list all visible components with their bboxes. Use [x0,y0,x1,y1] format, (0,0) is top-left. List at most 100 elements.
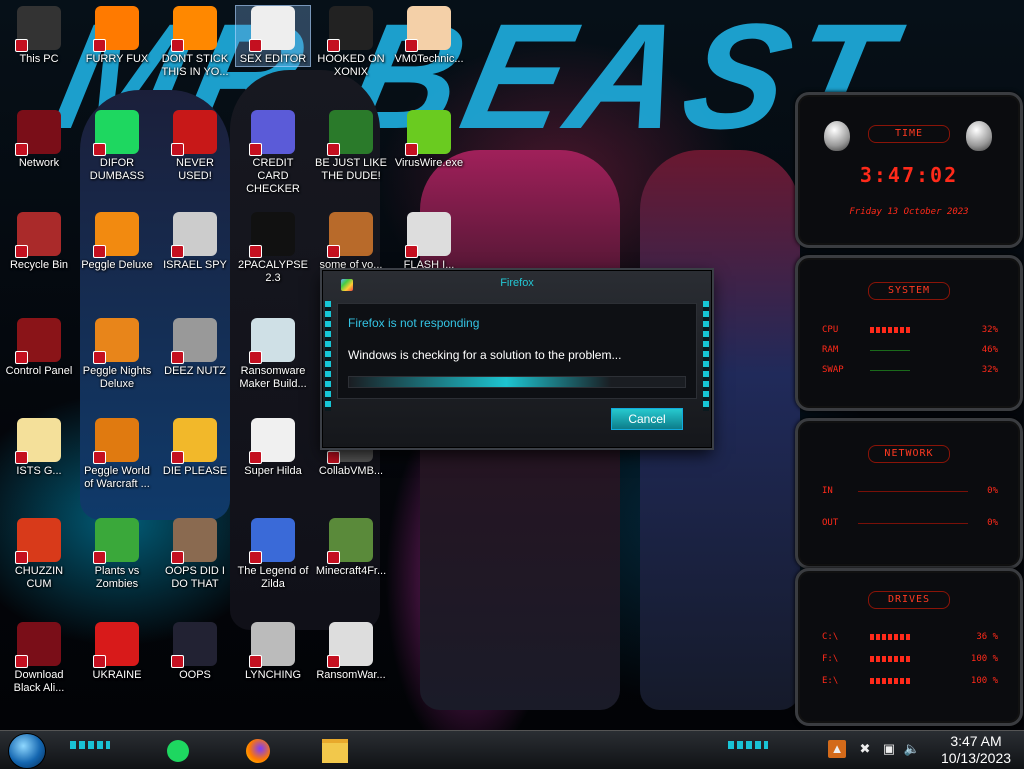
time-gadget: TIME 3:47:02 Friday 13 October 2023 [795,92,1023,248]
system-gadget: SYSTEM CPU 32% RAM 46% SWAP 32% [795,255,1023,411]
desktop-icon-download-black-ali[interactable]: Download Black Ali... [2,622,76,695]
shield-badge-icon [249,143,262,156]
desktop-icon-network[interactable]: Network [2,110,76,170]
desktop-icon-difor-dumbass[interactable]: DIFOR DUMBASS [80,110,154,183]
desktop-icon-2pacalypse-2-3[interactable]: 2PACALYPSE 2.3 [236,212,310,285]
desktop-icon-flash-i[interactable]: FLASH I... [392,212,466,272]
shield-badge-icon [249,451,262,464]
lime-icon [405,110,451,156]
desktop-icon-dont-stick-this-in-yo[interactable]: DONT STICK THIS IN YO... [158,6,232,79]
shield-badge-icon [171,655,184,668]
shield-badge-icon [249,551,262,564]
icon-label: Control Panel [5,365,73,377]
shield-badge-icon [405,39,418,52]
icon-label: CREDIT CARD CHECKER [246,157,300,195]
row-value: 100 % [970,676,998,686]
desktop-icon-plants-vs-zombies[interactable]: Plants vs Zombies [80,518,154,591]
desktop-icon-control-panel[interactable]: Control Panel [2,318,76,378]
desktop-icon-recycle-bin[interactable]: Recycle Bin [2,212,76,272]
row-key: RAM [822,345,839,355]
up-arrow-icon[interactable]: ▲ [828,740,846,758]
drives-gadget: DRIVES C:\ 36 % F:\ 100 % E:\ 100 % [795,568,1023,726]
network-off-icon[interactable]: ✖ [856,740,874,758]
row-graph [858,523,968,524]
vlc-cone-icon [171,6,217,52]
desktop-icon-oops[interactable]: OOPS [158,622,232,682]
shield-badge-icon [327,551,340,564]
spotify-icon [167,739,189,762]
icon-label: LYNCHING [244,669,302,681]
network-row-out: OUT 0% [822,517,998,529]
shield-badge-icon [171,39,184,52]
icon-label: DEEZ NUTZ [164,365,226,377]
icon-label: Recycle Bin [9,259,69,271]
row-bar [870,634,910,640]
desktop-icon-ransomware-maker-build[interactable]: Ransomware Maker Build... [236,318,310,391]
desktop-icon-ukraine[interactable]: UKRAINE [80,622,154,682]
desktop-icon-israel-spy[interactable]: ISRAEL SPY [158,212,232,272]
desktop-icon-vm0technic[interactable]: VM0Technic... [392,6,466,66]
shield-badge-icon [249,655,262,668]
icon-label: Plants vs Zombies [94,565,140,590]
desktop-icon-ransomwar[interactable]: RansomWar... [314,622,388,682]
xd-icon [249,6,295,52]
minecraft-block-icon [327,518,373,564]
taskbar-firefox-button[interactable] [238,733,278,767]
desktop-icon-peggle-world-of-warcraft[interactable]: Peggle World of Warcraft ... [80,418,154,491]
network-icon[interactable]: ▣ [880,740,898,758]
desktop-icon-minecraft4fr[interactable]: Minecraft4Fr... [314,518,388,578]
drives-row-f: F:\ 100 % [822,653,998,665]
icon-label: HOOKED ON XONIX [317,53,385,78]
desktop-icon-credit-card-checker[interactable]: CREDIT CARD CHECKER [236,110,310,196]
desktop-icon-chuzzin-cum[interactable]: CHUZZIN CUM [2,518,76,591]
desktop-icon-peggle-deluxe[interactable]: Peggle Deluxe [80,212,154,272]
taskbar-explorer-button[interactable] [315,733,355,767]
icon-label: Super Hilda [244,465,302,477]
lynching-icon [249,622,295,668]
shield-badge-icon [93,39,106,52]
desktop-icon-peggle-nights-deluxe[interactable]: Peggle Nights Deluxe [80,318,154,391]
dialog-left-trim [325,301,331,411]
taskbar-clock[interactable]: 3:47 AM 10/13/2023 [934,733,1018,767]
desktop-icon-this-pc[interactable]: This PC [2,6,76,66]
desktop-icon-lynching[interactable]: LYNCHING [236,622,310,682]
taskbar-spotify-button[interactable] [158,733,198,767]
shield-badge-icon [405,245,418,258]
desktop-icon-be-just-like-the-dude[interactable]: BE JUST LIKE THE DUDE! [314,110,388,183]
icon-label: NEVER USED! [176,157,214,182]
icon-label: ISTS G... [16,465,62,477]
icon-label: This PC [19,53,59,65]
desktop-icon-the-legend-of-zilda[interactable]: The Legend of Zilda [236,518,310,591]
desktop-icon-some-of-yo[interactable]: some of yo... [314,212,388,272]
cancel-button[interactable]: Cancel [611,408,683,430]
spotify-icon [93,110,139,156]
shield-badge-icon [249,39,262,52]
desktop-icon-hooked-on-xonix[interactable]: HOOKED ON XONIX [314,6,388,79]
recycle-bin-icon [15,212,61,258]
icon-label: DONT STICK THIS IN YO... [161,53,229,78]
control-panel-icon [15,318,61,364]
desktop-icon-ists-g[interactable]: ISTS G... [2,418,76,478]
peggle-wow-icon [93,418,139,464]
icon-label: Download Black Ali... [13,669,65,694]
row-bar [870,370,910,371]
die-icon [171,418,217,464]
desktop-icon-viruswire-exe[interactable]: VirusWire.exe [392,110,466,170]
icon-label: UKRAINE [92,669,142,681]
row-key: C:\ [822,632,839,642]
network-label: NETWORK [868,445,950,463]
desktop-icon-never-used[interactable]: NEVER USED! [158,110,232,183]
icon-label: OOPS DID I DO THAT [165,565,225,590]
volume-icon[interactable]: 🔈 [903,740,921,758]
start-button[interactable] [8,733,46,769]
desktop-icon-oops-did-i-do-that[interactable]: OOPS DID I DO THAT [158,518,232,591]
clock-date: 10/13/2023 [940,750,1012,766]
desktop-icon-super-hilda[interactable]: Super Hilda [236,418,310,478]
desktop-icon-furry-fux[interactable]: FURRY FUX [80,6,154,66]
row-bar [870,678,910,684]
portrait-icon [171,518,217,564]
desktop-icon-sex-editor[interactable]: SEX EDITOR [235,5,311,67]
desktop-icon-deez-nutz[interactable]: DEEZ NUTZ [158,318,232,378]
firefox-icon [246,738,270,763]
desktop-icon-die-please[interactable]: DIE PLEASE [158,418,232,478]
